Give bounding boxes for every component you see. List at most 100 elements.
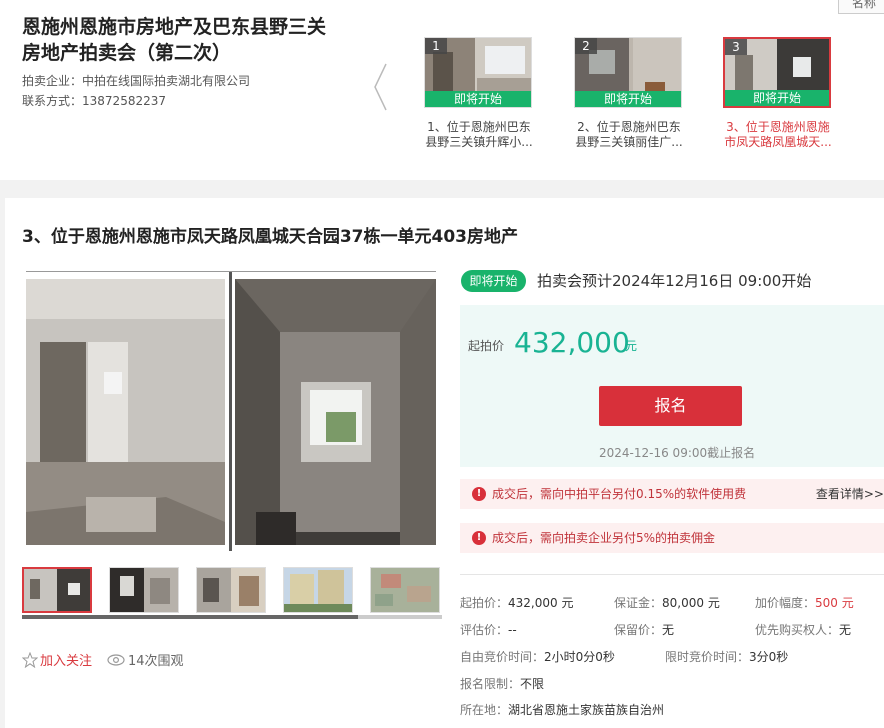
auctioneer-label: 拍卖企业： (22, 74, 83, 88)
location-label: 所在地： (460, 703, 509, 717)
lot-title: 3、位于恩施州恩施市凤天路凤凰城天合园37栋一单元403房地产 (22, 227, 518, 247)
limited-bid-row: 限时竞价时间：3分0秒 (665, 648, 788, 665)
thumbnail-image (284, 568, 352, 612)
lot-card-1[interactable]: 1 即将开始 1、位于恩施州巴东 县野三关镇升辉小... (424, 37, 534, 150)
priority-value: 无 (839, 623, 852, 637)
lot-caption-line2: 市凤天路凤凰城天... (724, 135, 832, 149)
price-value: 432,000 (514, 326, 630, 359)
thumbnail-image (371, 568, 439, 612)
lot-thumbnail-3: 3 即将开始 (723, 37, 831, 108)
fee-notice-commission: ! 成交后，需向拍卖企业另付5%的拍卖佣金 (460, 523, 884, 553)
lot-number: 1 (425, 38, 447, 54)
warning-icon: ! (472, 487, 486, 501)
corner-tab[interactable]: 名称 (838, 0, 884, 14)
limited-bid-value: 3分0秒 (749, 650, 789, 664)
chevron-left-icon[interactable] (370, 62, 390, 112)
thumbnail-scrollbar-thumb[interactable] (22, 615, 358, 619)
thumbnail-5[interactable] (370, 567, 440, 613)
start-price-row: 起拍价：432,000 元 (460, 594, 573, 611)
priority-row: 优先购买权人：无 (755, 621, 851, 638)
contact-info: 联系方式：13872582237 (22, 92, 166, 109)
lot-card-3[interactable]: 3 即将开始 3、位于恩施州恩施 市凤天路凤凰城天... (723, 37, 833, 150)
view-count-label: 14次围观 (128, 654, 184, 669)
start-time: 拍卖会预计2024年12月16日 09:00开始 (537, 272, 812, 290)
free-bid-row: 自由竞价时间：2小时0分0秒 (460, 648, 615, 665)
auction-header: 名称 恩施州恩施市房地产及巴东县野三关 房地产拍卖会（第二次） 拍卖企业：中拍在… (0, 0, 884, 180)
thumbnail-4[interactable] (283, 567, 353, 613)
view-count: 14次围观 (107, 650, 184, 669)
appraisal-label: 评估价： (460, 623, 509, 637)
fee-notice-platform: ! 成交后，需向中拍平台另付0.15%的软件使用费 查看详情>> (460, 479, 884, 509)
auction-title-line2: 房地产拍卖会（第二次） (22, 42, 232, 64)
follow-label: 加入关注 (40, 654, 93, 669)
lot-caption: 1、位于恩施州巴东 县野三关镇升辉小... (424, 120, 534, 150)
price-label: 起拍价 (468, 339, 505, 353)
restriction-value: 不限 (520, 677, 545, 691)
main-photo[interactable] (26, 271, 436, 551)
location-value: 湖北省恩施土家族苗族自治州 (508, 703, 665, 717)
appraisal-value: -- (508, 623, 517, 637)
restriction-row: 报名限制：不限 (460, 675, 544, 692)
lot-detail-card: 3、位于恩施州恩施市凤天路凤凰城天合园37栋一单元403房地产 加入关注 14次… (5, 198, 884, 728)
auctioneer-name: 中拍在线国际拍卖湖北有限公司 (82, 74, 251, 88)
contact-phone: 13872582237 (82, 94, 166, 108)
lot-caption-line1: 2、位于恩施州巴东 (577, 120, 681, 134)
fee-notice-text: 成交后，需向中拍平台另付0.15%的软件使用费 (492, 487, 747, 501)
auction-title-line1: 恩施州恩施市房地产及巴东县野三关 (22, 16, 327, 38)
deposit-row: 保证金：80,000 元 (614, 594, 720, 611)
auction-title: 恩施州恩施市房地产及巴东县野三关 房地产拍卖会（第二次） (22, 14, 362, 66)
lot-caption-line1: 1、位于恩施州巴东 (427, 120, 531, 134)
eye-icon (107, 653, 125, 666)
divider (460, 574, 884, 575)
location-row: 所在地：湖北省恩施土家族苗族自治州 (460, 701, 664, 718)
restriction-label: 报名限制： (460, 677, 521, 691)
main-photo-image (26, 272, 436, 551)
thumbnail-image (24, 569, 90, 611)
lot-status: 即将开始 (575, 91, 681, 107)
priority-label: 优先购买权人： (755, 623, 840, 637)
lot-caption-line2: 县野三关镇升辉小... (425, 135, 533, 149)
status-badge: 即将开始 (461, 270, 526, 292)
limited-bid-label: 限时竞价时间： (665, 650, 750, 664)
signup-deadline: 2024-12-16 09:00截止报名 (599, 446, 756, 460)
reserve-row: 保留价：无 (614, 621, 674, 638)
lot-caption-line2: 县野三关镇丽佳广... (575, 135, 683, 149)
appraisal-row: 评估价：-- (460, 621, 517, 638)
free-bid-value: 2小时0分0秒 (544, 650, 615, 664)
lot-number: 3 (725, 39, 747, 55)
price-panel: 起拍价 432,000 元 报名 2024-12-16 09:00截止报名 (460, 305, 884, 467)
increment-row: 加价幅度：500 元 (755, 594, 854, 611)
thumbnail-scrollbar[interactable] (22, 615, 442, 619)
thumbnail-1[interactable] (22, 567, 92, 613)
lot-number: 2 (575, 38, 597, 54)
reserve-value: 无 (662, 623, 675, 637)
thumbnail-2[interactable] (109, 567, 179, 613)
lot-status: 即将开始 (425, 91, 531, 107)
increment-label: 加价幅度： (755, 596, 816, 610)
view-details-link[interactable]: 查看详情>> (816, 479, 884, 509)
signup-button[interactable]: 报名 (599, 386, 742, 426)
contact-label: 联系方式： (22, 94, 83, 108)
increment-value: 500 元 (815, 596, 854, 610)
follow-button[interactable]: 加入关注 (22, 650, 92, 669)
thumbnail-strip (22, 567, 442, 617)
lot-thumbnail-2: 2 即将开始 (574, 37, 682, 108)
thumbnail-3[interactable] (196, 567, 266, 613)
free-bid-label: 自由竞价时间： (460, 650, 545, 664)
lot-status: 即将开始 (725, 90, 829, 106)
start-price-value: 432,000 元 (508, 596, 574, 610)
deposit-value: 80,000 元 (662, 596, 720, 610)
thumbnail-image (197, 568, 265, 612)
deposit-label: 保证金： (614, 596, 663, 610)
star-icon (22, 651, 38, 668)
price-unit: 元 (625, 339, 638, 353)
thumbnail-image (110, 568, 178, 612)
start-price-label: 起拍价： (460, 596, 509, 610)
lot-thumbnail-1: 1 即将开始 (424, 37, 532, 108)
lot-caption: 3、位于恩施州恩施 市凤天路凤凰城天... (723, 120, 833, 150)
lot-card-2[interactable]: 2 即将开始 2、位于恩施州巴东 县野三关镇丽佳广... (574, 37, 684, 150)
auctioneer-info: 拍卖企业：中拍在线国际拍卖湖北有限公司 (22, 72, 250, 89)
warning-icon: ! (472, 531, 486, 545)
lot-caption: 2、位于恩施州巴东 县野三关镇丽佳广... (574, 120, 684, 150)
fee-notice-text: 成交后，需向拍卖企业另付5%的拍卖佣金 (492, 531, 716, 545)
